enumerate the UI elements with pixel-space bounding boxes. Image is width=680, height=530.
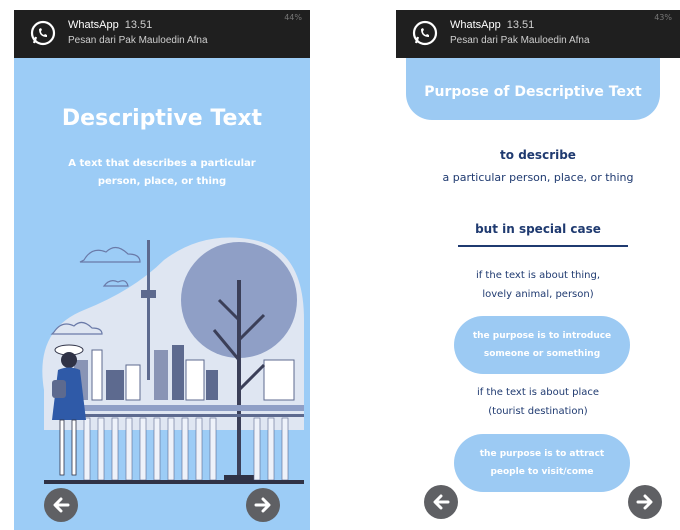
section-title: Purpose of Descriptive Text <box>424 84 642 100</box>
previous-button[interactable] <box>424 485 458 519</box>
notification-message: Pesan dari Pak Mauloedin Afna <box>68 35 208 46</box>
notification-time: 13.51 <box>124 19 153 31</box>
battery-status: 43% <box>654 13 672 22</box>
arrow-right-icon <box>636 494 653 510</box>
page-subtitle: A text that describes a particular perso… <box>68 158 256 187</box>
right-phone-screen: Purpose of Descriptive Text WhatsApp 13.5… <box>396 10 680 530</box>
arrow-left-icon <box>53 497 70 513</box>
case-place-text: if the text is about place (tourist dest… <box>476 387 600 417</box>
next-button[interactable] <box>246 488 280 522</box>
special-case-heading: but in special case <box>475 222 601 236</box>
arrow-left-icon <box>433 494 450 510</box>
page-title: Descriptive Text <box>61 106 263 131</box>
city-illustration <box>42 237 304 484</box>
whatsapp-icon <box>412 20 438 46</box>
battery-status: 44% <box>284 13 302 22</box>
next-button[interactable] <box>628 485 662 519</box>
whatsapp-icon <box>30 20 56 46</box>
notification-message: Pesan dari Pak Mauloedin Afna <box>450 35 590 46</box>
previous-button[interactable] <box>44 488 78 522</box>
notification-banner[interactable]: WhatsApp 13.51 Pesan dari Pak Mauloedin A… <box>14 10 310 58</box>
purpose-attract-pill: the purpose is to attract people to visi… <box>454 434 630 492</box>
notification-banner[interactable]: WhatsApp 13.51 Pesan dari Pak Mauloedin A… <box>396 10 680 58</box>
notification-app: WhatsApp 13.51 <box>450 19 535 31</box>
case-thing-text: if the text is about thing, lovely anima… <box>475 270 601 300</box>
divider <box>458 245 628 247</box>
notification-app: WhatsApp 13.51 <box>68 19 153 31</box>
purpose-description: a particular person, place, or thing <box>442 171 634 184</box>
notification-time: 13.51 <box>506 19 535 31</box>
left-phone-screen: WhatsApp 13.51 Pesan dari Pak Mauloedin A… <box>14 10 310 530</box>
arrow-right-icon <box>254 497 271 513</box>
purpose-heading: to describe <box>500 148 576 162</box>
purpose-introduce-pill: the purpose is to introduce someone or s… <box>454 316 630 374</box>
